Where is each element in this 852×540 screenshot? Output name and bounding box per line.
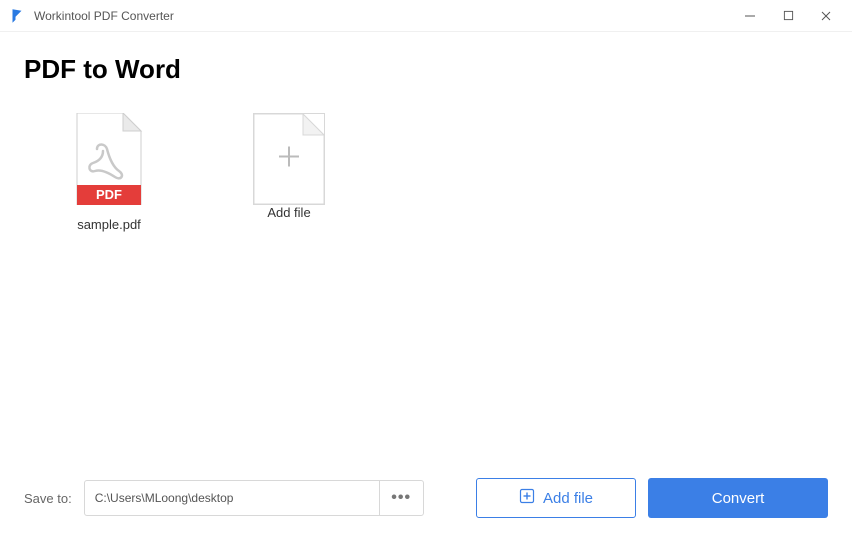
pdf-badge-text: PDF xyxy=(96,187,122,202)
file-item[interactable]: PDF sample.pdf xyxy=(64,113,154,232)
minimize-button[interactable] xyxy=(740,6,760,26)
maximize-button[interactable] xyxy=(778,6,798,26)
content-area: PDF to Word PDF sample.pdf xyxy=(0,32,852,232)
convert-button[interactable]: Convert xyxy=(648,478,828,518)
save-to-label: Save to: xyxy=(24,491,72,506)
file-name-label: sample.pdf xyxy=(77,217,141,232)
file-grid: PDF sample.pdf Add file xyxy=(24,113,828,232)
window-controls xyxy=(740,6,836,26)
save-path-input[interactable] xyxy=(85,481,379,515)
save-path-field: ••• xyxy=(84,480,424,516)
add-file-tile-label: Add file xyxy=(267,205,310,220)
pdf-file-icon: PDF xyxy=(73,113,145,205)
page-title: PDF to Word xyxy=(24,54,828,85)
add-file-button[interactable]: Add file xyxy=(476,478,636,518)
add-file-tile[interactable]: Add file xyxy=(244,113,334,232)
add-file-plus-icon xyxy=(519,488,535,508)
plus-icon xyxy=(275,143,303,176)
browse-button[interactable]: ••• xyxy=(379,481,423,515)
add-file-icon-box[interactable] xyxy=(253,113,325,205)
app-title: Workintool PDF Converter xyxy=(34,9,740,23)
app-logo-icon xyxy=(8,7,26,25)
titlebar: Workintool PDF Converter xyxy=(0,0,852,32)
add-file-button-label: Add file xyxy=(543,490,593,507)
close-button[interactable] xyxy=(816,6,836,26)
bottom-bar: Save to: ••• Add file Convert xyxy=(24,478,828,518)
